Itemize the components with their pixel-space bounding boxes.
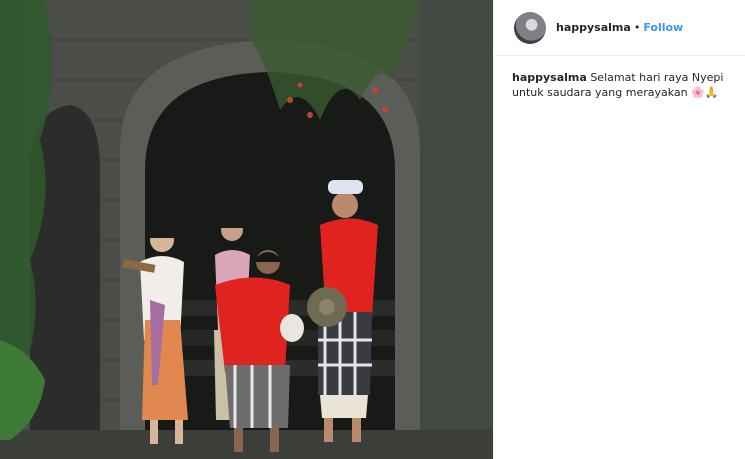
flower-emoji-icon: 🌸 bbox=[691, 86, 705, 99]
folded-hands-emoji-icon: 🙏 bbox=[704, 86, 719, 99]
header-separator: • bbox=[633, 21, 641, 34]
follow-button[interactable]: Follow bbox=[643, 21, 683, 34]
post-header: happysalma • Follow bbox=[494, 0, 745, 56]
caption-username[interactable]: happysalma bbox=[512, 71, 587, 84]
author-username[interactable]: happysalma bbox=[556, 21, 631, 34]
post-sidebar: happysalma • Follow happysalma Selamat h… bbox=[493, 0, 745, 459]
profile-avatar[interactable] bbox=[514, 11, 546, 44]
post-photo-image bbox=[0, 0, 493, 459]
post-caption: happysalma Selamat hari raya Nyepi untuk… bbox=[494, 56, 745, 100]
post-photo[interactable] bbox=[0, 0, 493, 459]
instagram-post: happysalma • Follow happysalma Selamat h… bbox=[0, 0, 745, 459]
